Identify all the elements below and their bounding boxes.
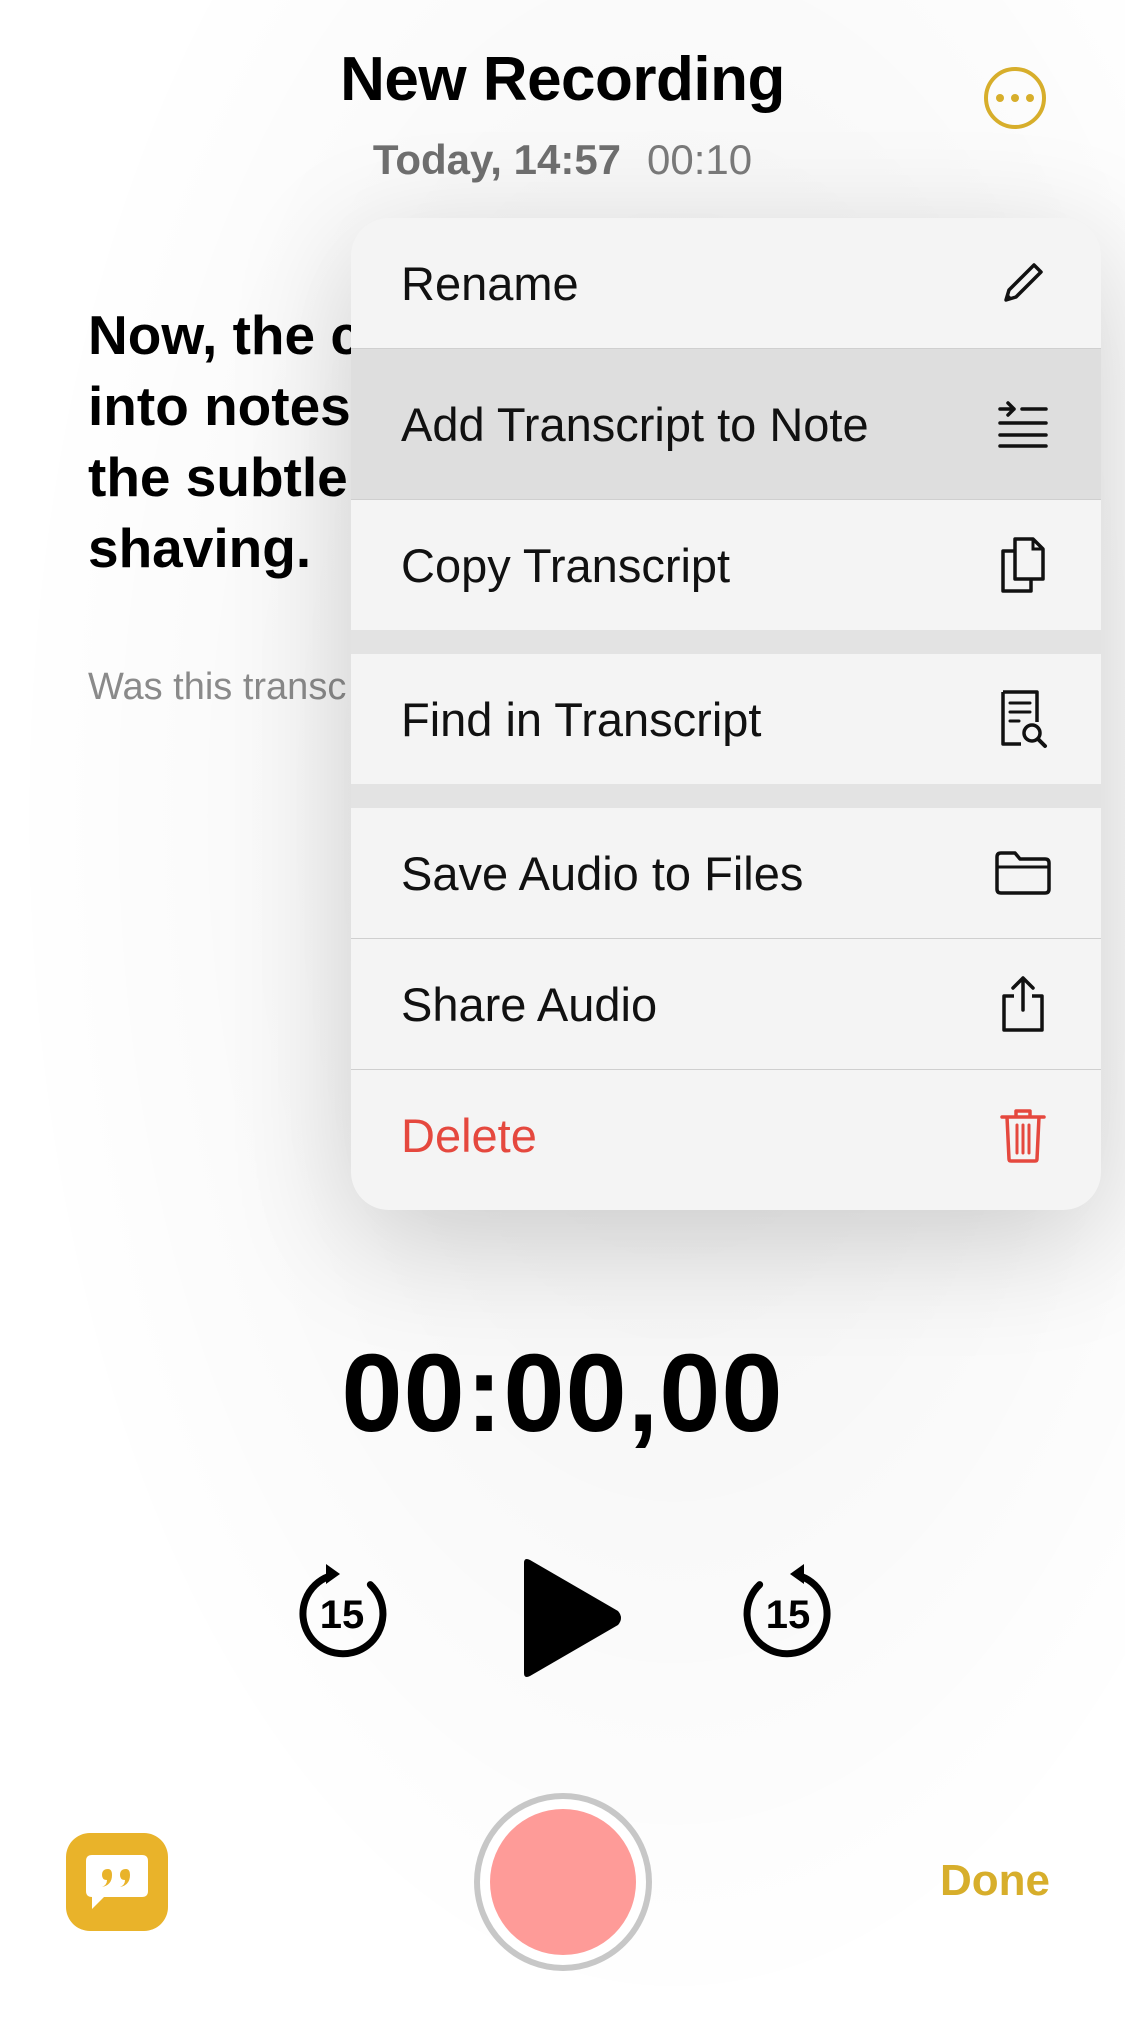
skip-back-seconds: 15	[320, 1593, 365, 1637]
share-icon	[987, 968, 1059, 1040]
menu-item-rename[interactable]: Rename	[351, 218, 1101, 348]
transcript-toggle-button[interactable]	[66, 1833, 168, 1931]
add-to-list-icon	[987, 388, 1059, 460]
skip-forward-button[interactable]: 15	[736, 1560, 840, 1664]
menu-item-share-audio[interactable]: Share Audio	[351, 939, 1101, 1069]
pencil-icon	[987, 247, 1059, 319]
recording-meta: Today, 14:57 00:10	[0, 136, 1125, 184]
menu-item-save-audio-to-files[interactable]: Save Audio to Files	[351, 808, 1101, 938]
folder-icon	[987, 837, 1059, 909]
recording-title[interactable]: New Recording	[0, 44, 1125, 115]
more-dot	[996, 94, 1004, 102]
more-dot	[1026, 94, 1034, 102]
options-menu: Rename Add Transcript to Note Copy Trans…	[351, 218, 1101, 1210]
transcript-feedback[interactable]: Was this transc	[88, 666, 346, 709]
skip-forward-15-icon: 15	[743, 1564, 831, 1658]
record-button-fill[interactable]	[490, 1809, 636, 1955]
skip-forward-seconds: 15	[766, 1593, 811, 1637]
menu-item-copy-transcript[interactable]: Copy Transcript	[351, 500, 1101, 630]
quote-bubble-icon	[86, 1855, 148, 1909]
skip-back-button[interactable]: 15	[290, 1560, 394, 1664]
play-button[interactable]	[510, 1553, 630, 1683]
copy-icon	[987, 529, 1059, 601]
more-options-button[interactable]	[984, 67, 1046, 129]
play-icon	[524, 1559, 621, 1677]
find-document-icon	[987, 683, 1059, 755]
menu-section-gap	[351, 784, 1101, 808]
recording-date: Today, 14:57	[372, 136, 622, 183]
done-button[interactable]: Done	[940, 1856, 1050, 1906]
menu-item-add-transcript-to-note[interactable]: Add Transcript to Note	[351, 349, 1101, 499]
menu-item-find-in-transcript[interactable]: Find in Transcript	[351, 654, 1101, 784]
menu-section-gap	[351, 630, 1101, 654]
trash-icon	[987, 1099, 1059, 1171]
menu-item-delete[interactable]: Delete	[351, 1070, 1101, 1200]
more-dot	[1011, 94, 1019, 102]
playback-time: 00:00,00	[341, 1332, 784, 1455]
recording-duration: 00:10	[647, 136, 753, 183]
skip-back-15-icon: 15	[299, 1564, 387, 1658]
